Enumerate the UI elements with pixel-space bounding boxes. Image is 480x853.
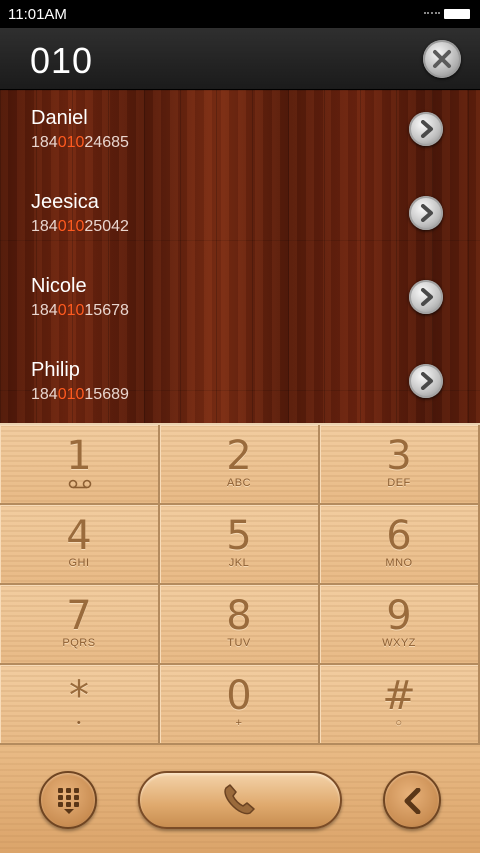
number-suffix: 15689 [84, 386, 129, 403]
key-letters: PQRS [62, 637, 96, 649]
status-time: 11:01AM [8, 6, 67, 23]
clear-button[interactable] [423, 40, 461, 78]
key-digit: 7 [66, 593, 92, 639]
dialed-number-display[interactable]: 010 [30, 40, 93, 82]
signal-dots-icon [424, 12, 440, 15]
contact-row[interactable]: Daniel 18401024685 [0, 90, 480, 174]
contact-name: Daniel [31, 107, 88, 129]
number-suffix: 25042 [84, 218, 129, 235]
call-button[interactable] [138, 771, 342, 829]
contact-number: 18401025042 [31, 218, 129, 236]
key-3[interactable]: 3 DEF [320, 425, 480, 505]
battery-icon [444, 9, 470, 19]
status-bar: 11:01AM [0, 0, 480, 28]
key-0[interactable]: 0 + [160, 665, 320, 745]
phone-icon [224, 784, 255, 815]
key-7[interactable]: 7 PQRS [0, 585, 160, 665]
contact-name: Jeesica [31, 191, 99, 213]
number-suffix: 24685 [84, 134, 129, 151]
contact-row[interactable]: Philip 18401015689 [0, 342, 480, 426]
key-8[interactable]: 8 TUV [160, 585, 320, 665]
dialer-action-bar [0, 745, 480, 853]
number-prefix: 184 [31, 218, 58, 235]
key-4[interactable]: 4 GHI [0, 505, 160, 585]
contact-number: 18401015678 [31, 302, 129, 320]
key-letters: WXYZ [382, 637, 416, 649]
close-icon [433, 50, 451, 68]
key-star[interactable]: * • [0, 665, 160, 745]
contact-details-button[interactable] [409, 112, 443, 146]
key-letters: + [235, 717, 243, 729]
number-match-highlight: 010 [57, 218, 85, 235]
chevron-right-icon [421, 204, 433, 222]
number-prefix: 184 [31, 386, 58, 403]
contact-name: Nicole [31, 275, 87, 297]
backspace-button[interactable] [383, 771, 441, 829]
key-letters: • [76, 717, 82, 729]
key-digit: 4 [66, 513, 92, 559]
key-5[interactable]: 5 JKL [160, 505, 320, 585]
key-letters: JKL [228, 557, 250, 569]
key-letters: DEF [387, 477, 411, 489]
key-letters: TUV [227, 637, 251, 649]
key-letters: ABC [226, 477, 252, 489]
dial-keypad: 1 2 ABC 3 DEF 4 GHI 5 JKL 6 MNO 7 PQRS 8… [0, 423, 480, 745]
contact-row[interactable]: Jeesica 18401025042 [0, 174, 480, 258]
contact-details-button[interactable] [409, 364, 443, 398]
key-digit: 1 [66, 433, 92, 479]
number-prefix: 184 [31, 134, 58, 151]
key-2[interactable]: 2 ABC [160, 425, 320, 505]
key-1[interactable]: 1 [0, 425, 160, 505]
key-digit: 5 [226, 513, 252, 559]
number-match-highlight: 010 [57, 386, 85, 403]
chevron-right-icon [421, 288, 433, 306]
key-digit: 2 [226, 433, 252, 479]
contact-suggestions: Daniel 18401024685 Jeesica 18401025042 N… [0, 90, 480, 423]
number-match-highlight: 010 [57, 134, 85, 151]
key-hash[interactable]: # ○ [320, 665, 480, 745]
contact-name: Philip [31, 359, 80, 381]
contact-details-button[interactable] [409, 280, 443, 314]
key-9[interactable]: 9 WXYZ [320, 585, 480, 665]
dialer-header: 010 [0, 28, 480, 90]
chevron-right-icon [421, 120, 433, 138]
contact-details-button[interactable] [409, 196, 443, 230]
contact-number: 18401015689 [31, 386, 129, 404]
key-digit: 3 [386, 433, 412, 479]
number-suffix: 15678 [84, 302, 129, 319]
keypad-grid-icon [58, 788, 79, 814]
backspace-arrow-icon [404, 788, 421, 814]
number-match-highlight: 010 [57, 302, 85, 319]
key-6[interactable]: 6 MNO [320, 505, 480, 585]
keypad-toggle-button[interactable] [39, 771, 97, 829]
key-digit: 6 [386, 513, 412, 559]
contact-row[interactable]: Nicole 18401015678 [0, 258, 480, 342]
key-letters: MNO [385, 557, 413, 569]
key-digit: 0 [226, 673, 252, 719]
contact-number: 18401024685 [31, 134, 129, 152]
key-digit: 9 [386, 593, 412, 639]
key-letters: ○ [395, 717, 403, 729]
key-digit: * [69, 673, 89, 719]
voicemail-icon [68, 479, 92, 489]
key-digit: 8 [226, 593, 252, 639]
number-prefix: 184 [31, 302, 58, 319]
key-letters: GHI [68, 557, 90, 569]
chevron-right-icon [421, 372, 433, 390]
key-digit: # [382, 673, 416, 719]
